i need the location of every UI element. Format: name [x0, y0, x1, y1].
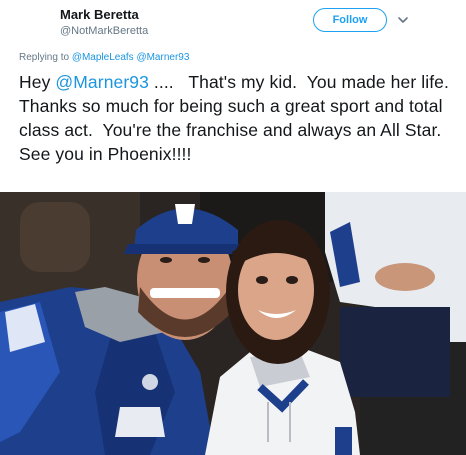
follow-button[interactable]: Follow: [313, 8, 387, 32]
reply-mention-mapleleafs[interactable]: @MapleLeafs: [72, 52, 134, 63]
replying-to: Replying to @MapleLeafs @Marner93: [19, 52, 189, 63]
tweet-greeting: Hey: [19, 72, 51, 92]
tweet-photo[interactable]: [0, 192, 466, 455]
replying-to-label: Replying to: [19, 52, 70, 63]
chevron-down-icon[interactable]: [396, 13, 410, 27]
tweet-mention-marner93[interactable]: @Marner93: [55, 72, 149, 92]
avatar[interactable]: [6, 4, 48, 44]
author-handle[interactable]: @NotMarkBeretta: [60, 25, 148, 37]
photo-illustration: [0, 192, 466, 455]
tweet-header: Mark Beretta @NotMarkBeretta Follow: [0, 0, 466, 46]
reply-mention-marner93[interactable]: @Marner93: [136, 52, 189, 63]
author-name[interactable]: Mark Beretta: [60, 7, 139, 22]
tweet-text: Hey @Marner93 .... That's my kid. You ma…: [19, 70, 459, 166]
